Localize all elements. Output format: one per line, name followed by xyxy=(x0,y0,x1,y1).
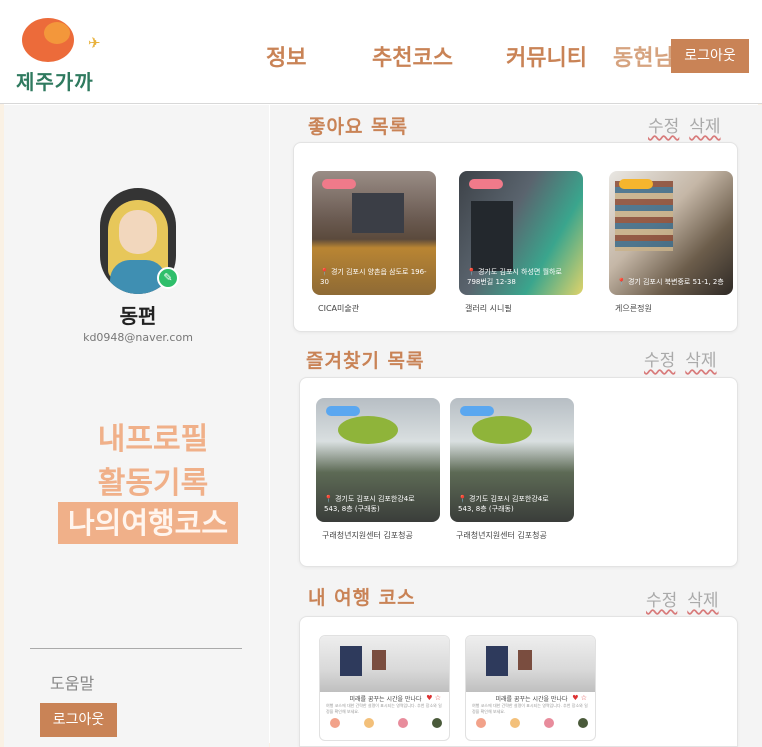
place-image: 📍 경기 김포시 북변중로 51-1, 2층 xyxy=(609,171,733,295)
sidebar-divider xyxy=(30,648,242,649)
favorites-section-title: 즐겨찾기 목록 xyxy=(306,350,425,372)
help-link[interactable]: 도움말 xyxy=(50,670,94,694)
place-name: CICA미술관 xyxy=(318,304,360,313)
place-icon xyxy=(398,718,408,728)
category-tag xyxy=(469,179,503,189)
header-logout-button[interactable]: 로그아웃 xyxy=(671,39,749,73)
courses-panel: 미래를 꿈꾸는 시간을 만나다 ♥ ☆ 여행 코스에 대한 간략한 설명이 표시… xyxy=(299,616,738,747)
place-icon xyxy=(476,718,486,728)
place-address: 📍 경기도 김포시 김포한강4로 543, 8층 (구래동) xyxy=(458,495,549,513)
site-logo[interactable]: ✈ 제주가까 xyxy=(12,14,112,94)
place-icon xyxy=(544,718,554,728)
place-address: 📍 경기도 김포시 김포한강4로 543, 8층 (구래동) xyxy=(324,495,415,513)
favorites-edit-button[interactable]: 수정 xyxy=(644,346,675,371)
place-address: 📍 경기도 김포시 하성면 월하로 798번길 12-38 xyxy=(467,268,562,286)
place-image: 📍 경기 김포시 양촌읍 삼도로 196-30 xyxy=(312,171,436,295)
top-header: ✈ 제주가까 정보 추천코스 커뮤니티 동현님 로그아웃 xyxy=(0,0,762,104)
place-address: 📍 경기 김포시 북변중로 51-1, 2층 xyxy=(617,278,724,286)
place-icon xyxy=(578,718,588,728)
place-icon xyxy=(330,718,340,728)
sidebar-item-activity-log[interactable]: 활동기록 xyxy=(88,458,218,502)
favorites-delete-button[interactable]: 삭제 xyxy=(685,346,716,371)
airplane-icon: ✈ xyxy=(88,34,101,52)
nav-community[interactable]: 커뮤니티 xyxy=(506,40,587,72)
heart-icon[interactable]: ♥ ☆ xyxy=(572,694,587,702)
place-icon xyxy=(510,718,520,728)
sidebar-logout-button[interactable]: 로그아웃 xyxy=(40,703,117,737)
course-image xyxy=(466,636,595,692)
course-place-icons xyxy=(330,718,442,728)
courses-edit-button[interactable]: 수정 xyxy=(646,586,677,611)
courses-section-title: 내 여행 코스 xyxy=(308,587,416,609)
courses-delete-button[interactable]: 삭제 xyxy=(687,586,718,611)
course-place-icons xyxy=(476,718,588,728)
category-tag xyxy=(322,179,356,189)
place-name: 갤러리 시니필 xyxy=(465,304,512,313)
place-name: 게으른정원 xyxy=(615,304,652,313)
place-image: 📍 경기도 김포시 김포한강4로 543, 8층 (구래동) xyxy=(316,398,440,522)
heart-icon[interactable]: ♥ ☆ xyxy=(426,694,441,702)
course-card[interactable]: 미래를 꿈꾸는 시간을 만나다 ♥ ☆ 여행 코스에 대한 간략한 설명이 표시… xyxy=(319,635,450,741)
likes-section-title: 좋아요 목록 xyxy=(308,116,409,138)
place-icon xyxy=(364,718,374,728)
place-image: 📍 경기도 김포시 하성면 월하로 798번길 12-38 xyxy=(459,171,583,295)
likes-edit-button[interactable]: 수정 xyxy=(648,112,679,137)
sidebar-item-my-profile[interactable]: 내프로필 xyxy=(88,414,218,458)
place-image: 📍 경기도 김포시 김포한강4로 543, 8층 (구래동) xyxy=(450,398,574,522)
sidebar-item-my-travel-course[interactable]: 나의여행코스 xyxy=(58,502,238,544)
logo-text: 제주가까 xyxy=(16,70,94,94)
logo-orb-icon xyxy=(44,22,70,44)
favorites-panel: 📍 경기도 김포시 김포한강4로 543, 8층 (구래동) 구래청년지원센터 … xyxy=(299,377,738,567)
place-name: 구래청년지원센터 김포청공 xyxy=(456,531,547,540)
profile-name: 동편 xyxy=(119,304,157,328)
place-icon xyxy=(432,718,442,728)
place-address: 📍 경기 김포시 양촌읍 삼도로 196-30 xyxy=(320,268,427,286)
course-card[interactable]: 미래를 꿈꾸는 시간을 만나다 ♥ ☆ 여행 코스에 대한 간략한 설명이 표시… xyxy=(465,635,596,741)
course-image xyxy=(320,636,449,692)
courses-section-actions: 수정 삭제 xyxy=(636,586,719,611)
profile-email: kd0948@naver.com xyxy=(83,331,193,344)
pencil-icon[interactable]: ✎ xyxy=(157,267,179,289)
likes-panel: 📍 경기 김포시 양촌읍 삼도로 196-30 CICA미술관 📍 경기도 김포… xyxy=(293,142,738,332)
category-tag xyxy=(326,406,360,416)
category-tag xyxy=(619,179,653,189)
nav-info[interactable]: 정보 xyxy=(266,40,306,72)
course-description: 여행 코스에 대한 간략한 설명이 표시되는 영역입니다. 추천 장소와 일정을… xyxy=(326,703,442,714)
category-tag xyxy=(460,406,494,416)
favorites-section-actions: 수정 삭제 xyxy=(634,346,717,371)
nav-user-greeting[interactable]: 동현님 xyxy=(613,40,674,72)
nav-recommended-course[interactable]: 추천코스 xyxy=(372,40,453,72)
likes-delete-button[interactable]: 삭제 xyxy=(689,112,720,137)
likes-section-actions: 수정 삭제 xyxy=(638,112,721,137)
place-name: 구래청년지원센터 김포청공 xyxy=(322,531,413,540)
course-description: 여행 코스에 대한 간략한 설명이 표시되는 영역입니다. 추천 장소와 일정을… xyxy=(472,703,588,714)
avatar-face xyxy=(119,210,157,254)
